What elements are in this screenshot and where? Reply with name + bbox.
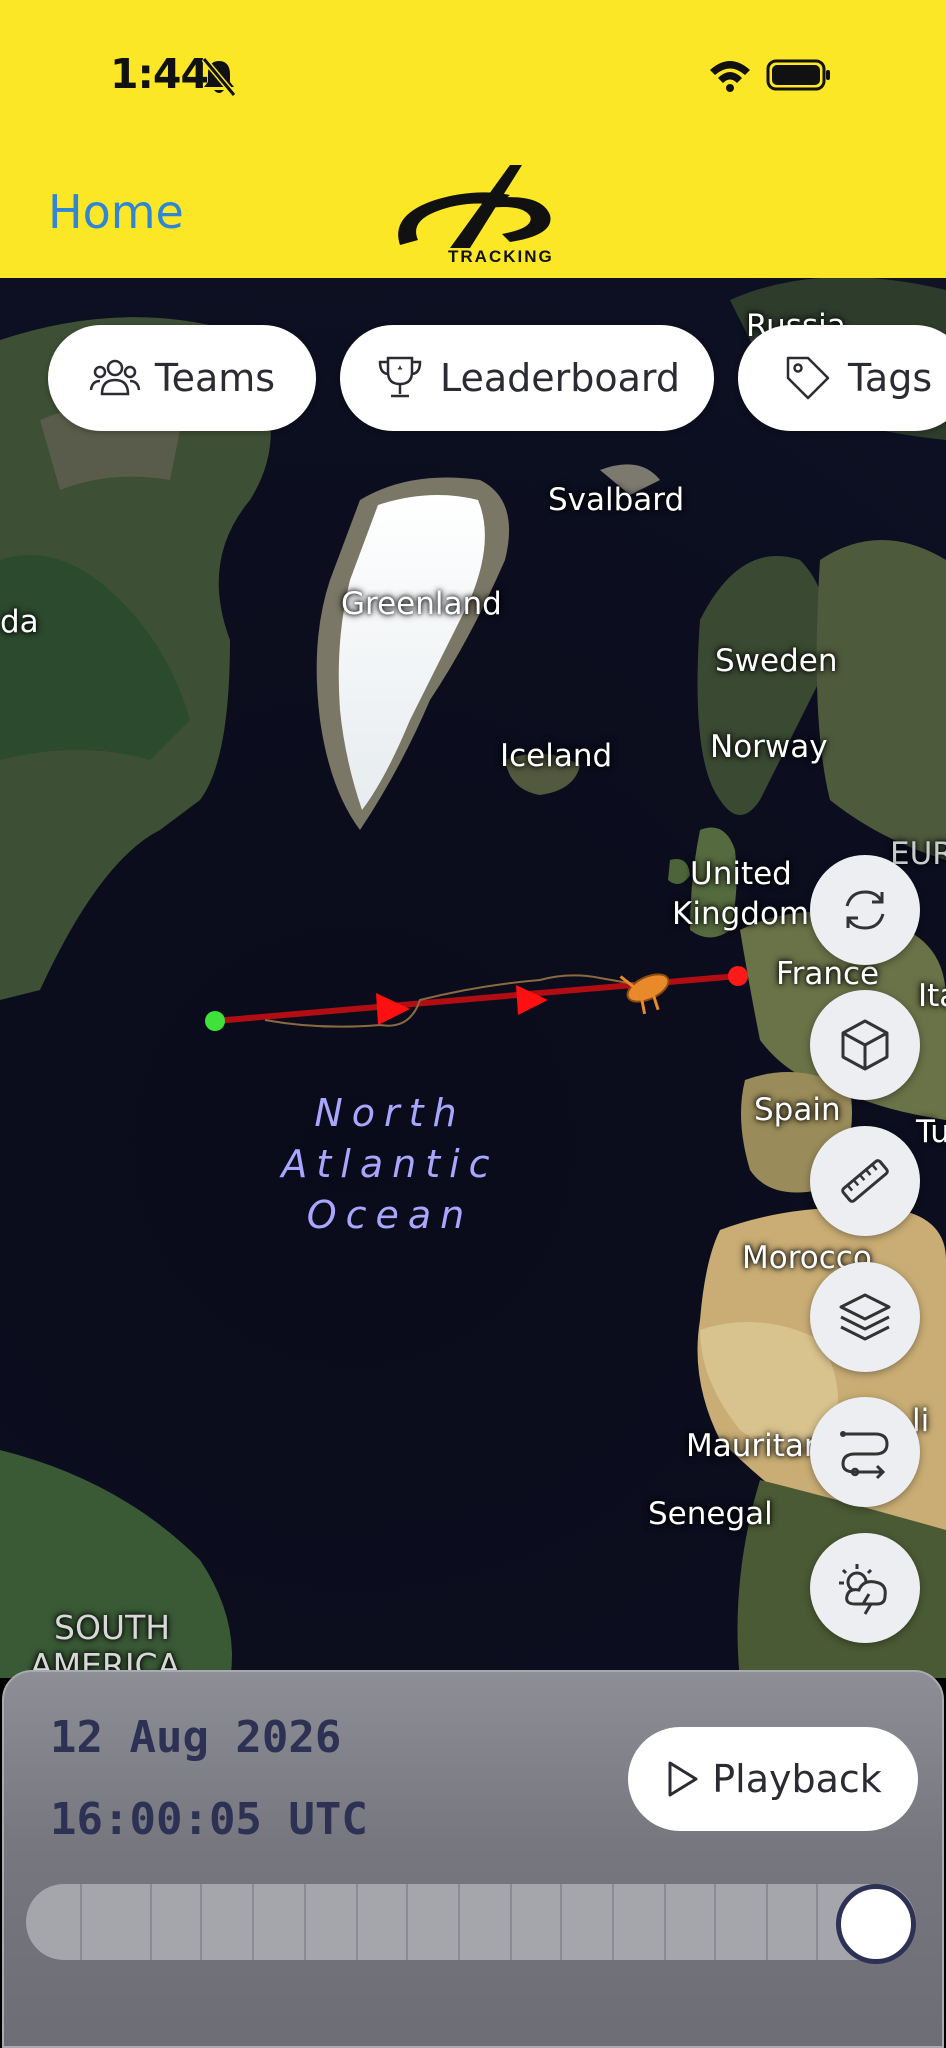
- label-italy: Ita: [918, 978, 946, 1014]
- play-icon: [668, 1761, 698, 1797]
- label-greenland: Greenland: [341, 586, 502, 622]
- label-ocean: North Atlantic Ocean: [260, 1088, 520, 1241]
- weather-button[interactable]: [810, 1533, 920, 1643]
- playback-date: 12 Aug 2026: [50, 1712, 342, 1763]
- ruler-icon: [841, 1159, 889, 1203]
- timeline-slider[interactable]: [26, 1884, 916, 1960]
- cube-3d-icon: [841, 1019, 889, 1071]
- label-spain: Spain: [754, 1092, 841, 1128]
- teams-filter-button[interactable]: Teams: [48, 325, 316, 431]
- ocean-line-2: Atlantic: [281, 1142, 499, 1186]
- playback-time: 16:00:05 UTC: [50, 1794, 368, 1845]
- label-iceland: Iceland: [500, 738, 613, 774]
- weather-icon: [839, 1564, 887, 1615]
- leaderboard-label: Leaderboard: [439, 356, 681, 400]
- tag-icon: [786, 356, 830, 400]
- layers-button[interactable]: [810, 1262, 920, 1372]
- measure-button[interactable]: [810, 1126, 920, 1236]
- layers-icon: [839, 1293, 891, 1341]
- status-time: 1:44: [110, 50, 209, 98]
- wifi-icon: [710, 61, 750, 92]
- route-icon: [840, 1431, 889, 1480]
- map-view[interactable]: Russia Svalbard da Greenland Sweden Icel…: [0, 278, 946, 1678]
- label-svalbard: Svalbard: [548, 482, 685, 518]
- label-senegal: Senegal: [648, 1496, 773, 1532]
- label-norway: Norway: [710, 729, 828, 765]
- label-uk-2: Kingdom: [672, 896, 810, 932]
- teams-label: Teams: [154, 356, 276, 400]
- refresh-button[interactable]: [810, 855, 920, 965]
- route-button[interactable]: [810, 1397, 920, 1507]
- label-sweden: Sweden: [715, 643, 838, 679]
- trophy-icon: [378, 356, 422, 398]
- ocean-line-1: North: [314, 1091, 466, 1135]
- timeline-handle[interactable]: [836, 1884, 916, 1964]
- people-icon: [89, 359, 141, 396]
- playback-button[interactable]: Playback: [628, 1727, 918, 1831]
- 3d-view-button[interactable]: [810, 990, 920, 1100]
- svg-text:TRACKING: TRACKING: [448, 247, 554, 265]
- tags-label: Tags: [848, 356, 933, 400]
- playback-label: Playback: [712, 1757, 882, 1801]
- home-back-link[interactable]: Home: [48, 185, 184, 239]
- label-uk-1: United: [690, 856, 792, 892]
- label-turkey: Tu: [916, 1114, 946, 1150]
- label-south-america-1: SOUTH: [54, 1608, 171, 1647]
- refresh-icon: [845, 890, 885, 930]
- ocean-line-3: Ocean: [306, 1193, 474, 1237]
- leaderboard-button[interactable]: Leaderboard: [340, 325, 714, 431]
- label-canada: da: [0, 604, 39, 640]
- yb-tracking-logo: TRACKING: [398, 165, 554, 265]
- tags-filter-button[interactable]: Tags: [738, 325, 946, 431]
- bell-slash-icon: [201, 57, 237, 97]
- battery-icon: [766, 59, 830, 91]
- app-header: 1:44 Home TRACKING: [0, 0, 946, 278]
